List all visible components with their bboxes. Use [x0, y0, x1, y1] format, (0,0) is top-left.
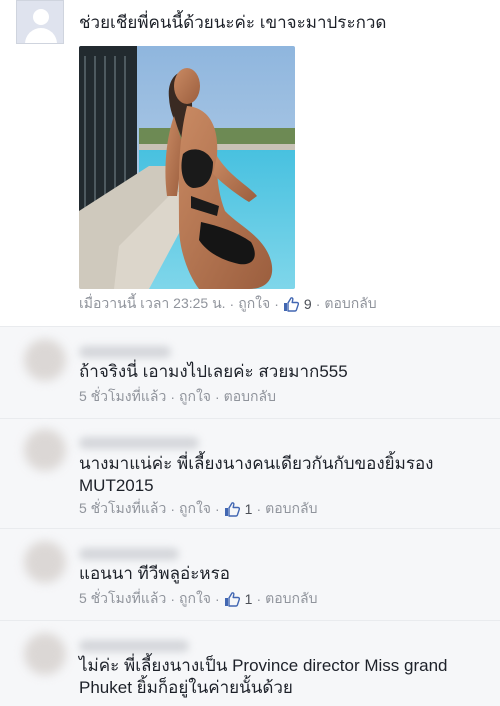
separator-dot: · [274, 296, 279, 312]
post-text: ช่วยเชียพี่คนนี้ด้วยนะค่ะ เขาจะมาประกวด [79, 13, 387, 32]
comment-time[interactable]: 5 ชั่วโมงที่แล้ว [79, 498, 166, 520]
comment-time[interactable]: 5 ชั่วโมงที่แล้ว [79, 386, 166, 408]
comment-reply-link[interactable]: ตอบกลับ [265, 588, 317, 610]
post: ช่วยเชียพี่คนนี้ด้วยนะค่ะ เขาจะมาประกวด [0, 0, 500, 326]
post-meta: เมื่อวานนี้ เวลา 23:25 น. · ถูกใจ · 9 · … [79, 293, 377, 315]
commenter-name-blurred[interactable] [79, 437, 199, 449]
avatar[interactable] [24, 633, 66, 675]
comment-text: ไม่ค่ะ พี่เลี้ยงนางเป็น Province directo… [79, 656, 448, 697]
separator-dot: · [315, 296, 321, 312]
comment-item: ไม่ค่ะ พี่เลี้ยงนางเป็น Province directo… [0, 620, 500, 706]
post-reply-link[interactable]: ตอบกลับ [324, 293, 376, 315]
commenter-name-blurred[interactable] [79, 640, 189, 652]
separator-dot: · [256, 501, 262, 517]
comment-meta: 5 ชั่วโมงที่แล้ว · ถูกใจ · 1 · ตอบกลับ [79, 588, 317, 610]
comment-time[interactable]: 5 ชั่วโมงที่แล้ว [79, 588, 166, 610]
post-like-link[interactable]: ถูกใจ [238, 293, 270, 315]
comment-like-link[interactable]: ถูกใจ [179, 588, 211, 610]
comment-meta: 5 ชั่วโมงที่แล้ว · ถูกใจ · ตอบกลับ [79, 386, 276, 408]
commenter-name-blurred[interactable] [79, 548, 179, 560]
comment-reply-link[interactable]: ตอบกลับ [224, 386, 276, 408]
comment-item: แอนนา ทีวีพลูอ่ะหรอ 5 ชั่วโมงที่แล้ว · ถ… [0, 528, 500, 620]
comment-text: นางมาแน่ค่ะ พี่เลี้ยงนางคนเดียวกันกับของ… [79, 454, 434, 495]
separator-dot: · [170, 501, 175, 517]
thumbs-up-icon [283, 296, 299, 312]
thumbs-up-icon [224, 591, 240, 607]
comment-text: แอนนา ทีวีพลูอ่ะหรอ [79, 564, 230, 583]
comment-like-count[interactable]: 1 [245, 591, 253, 607]
post-time[interactable]: เมื่อวานนี้ เวลา 23:25 น. [79, 293, 226, 315]
separator-dot: · [215, 501, 220, 517]
default-profile-icon[interactable] [16, 0, 64, 44]
comment-item: นางมาแน่ค่ะ พี่เลี้ยงนางคนเดียวกันกับของ… [0, 418, 500, 528]
avatar[interactable] [24, 541, 66, 583]
comment-like-link[interactable]: ถูกใจ [179, 386, 211, 408]
separator-dot: · [215, 389, 220, 405]
thumbs-up-icon [224, 501, 240, 517]
comment-meta: 5 ชั่วโมงที่แล้ว · ถูกใจ · 1 · ตอบกลับ [79, 498, 317, 520]
separator-dot: · [229, 296, 235, 312]
avatar[interactable] [24, 429, 66, 471]
comment-text: ถ้าจริงนี่ เอามงไปเลยค่ะ สวยมาก555 [79, 362, 348, 381]
comment-reply-link[interactable]: ตอบกลับ [265, 498, 317, 520]
post-photo-image [79, 46, 295, 289]
separator-dot: · [170, 591, 175, 607]
comment-like-count[interactable]: 1 [245, 501, 253, 517]
post-photo[interactable] [79, 46, 295, 289]
separator-dot: · [215, 591, 220, 607]
separator-dot: · [256, 591, 262, 607]
post-like-count[interactable]: 9 [304, 296, 312, 312]
comment-item: ถ้าจริงนี่ เอามงไปเลยค่ะ สวยมาก555 5 ชั่… [0, 326, 500, 418]
separator-dot: · [170, 389, 175, 405]
commenter-name-blurred[interactable] [79, 346, 171, 358]
avatar[interactable] [24, 339, 66, 381]
comment-like-link[interactable]: ถูกใจ [179, 498, 211, 520]
